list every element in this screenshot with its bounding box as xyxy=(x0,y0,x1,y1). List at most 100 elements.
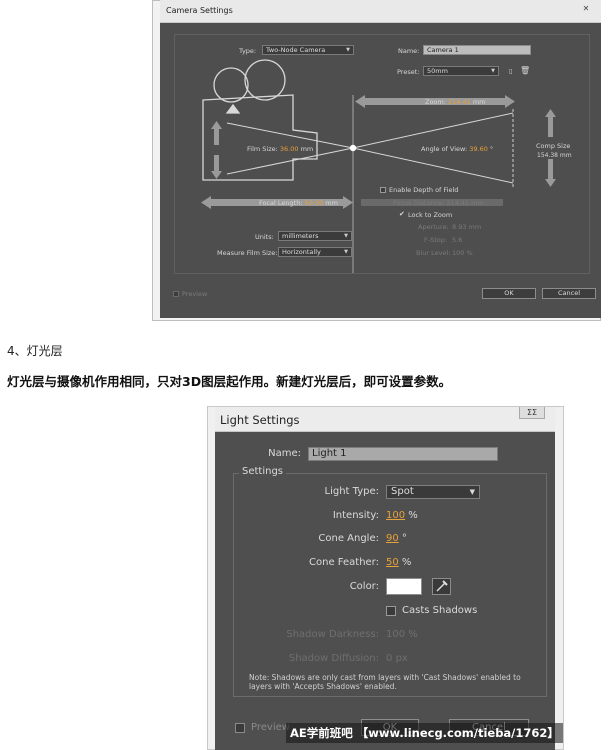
zoom-value[interactable]: 214.41 xyxy=(448,98,471,106)
watermark-banner: AE学前班吧 【www.linecg.com/tieba/1762】 xyxy=(286,723,563,743)
light-type-label: Light Type: xyxy=(324,486,379,497)
zoom-unit: mm xyxy=(472,98,486,106)
shadow-diffusion-label: Shadow Diffusion: xyxy=(288,653,379,664)
angle-unit: ° xyxy=(489,145,494,153)
focal-length-readout: Focal Length: 50.00 mm xyxy=(259,199,338,207)
film-size-unit: mm xyxy=(300,145,314,153)
measure-film-size-value: Horizontally xyxy=(282,248,321,256)
chevron-down-icon: ▼ xyxy=(344,249,348,255)
cone-angle-unit: ° xyxy=(401,533,407,544)
cone-feather-value[interactable]: 50 xyxy=(386,557,399,568)
dof-label: Enable Depth of Field xyxy=(389,186,459,194)
fstop-value: 5.6 xyxy=(452,236,463,244)
light-preview-checkbox[interactable] xyxy=(235,723,245,733)
preset-select[interactable]: 50mm ▼ xyxy=(423,66,499,76)
preset-label: Preset: xyxy=(397,68,420,76)
focus-distance-label: Focus Distance: xyxy=(393,199,445,207)
camera-dialog-title: Camera Settings xyxy=(166,6,233,15)
eyedropper-button[interactable] xyxy=(432,578,451,595)
film-size-label: Film Size: xyxy=(247,145,278,153)
intensity-field: 100 % xyxy=(386,510,418,521)
shadow-darkness-unit: % xyxy=(408,629,418,640)
shadow-darkness-field: 100 % xyxy=(386,629,418,640)
focal-length-label: Focal Length: xyxy=(259,199,303,207)
cone-feather-unit: % xyxy=(401,557,412,568)
shadow-note: Note: Shadows are only cast from layers … xyxy=(249,673,521,691)
zoom-label: Zoom: xyxy=(425,98,446,106)
light-dialog-title: Light Settings xyxy=(220,413,300,427)
light-preview-label: Preview xyxy=(251,722,290,733)
cone-feather-field: 50 % xyxy=(386,557,411,568)
save-preset-icon[interactable]: ▯ xyxy=(509,67,513,75)
camera-dialog-titlebar: Camera Settings ✕ xyxy=(160,0,601,23)
chevron-down-icon: ▼ xyxy=(346,47,350,53)
light-type-select[interactable]: Spot ▼ xyxy=(386,485,480,499)
shadow-darkness-value: 100 xyxy=(386,629,406,640)
chevron-down-icon: ▼ xyxy=(469,488,475,496)
name-label: Name: xyxy=(398,47,420,55)
section-body-text: 灯光层与摄像机作用相同，只对3D图层起作用。新建灯光层后，即可设置参数。 xyxy=(7,374,452,389)
checkmark-icon[interactable]: ✔ xyxy=(399,210,405,218)
intensity-unit: % xyxy=(408,510,418,521)
focus-distance-value: 214.41 xyxy=(446,199,470,207)
camera-settings-dialog: Camera Settings ✕ Type: Two-Node Camera … xyxy=(160,0,601,318)
eyedropper-icon xyxy=(436,580,448,592)
light-name-label: Name: xyxy=(268,448,301,459)
camera-name-input[interactable]: Camera 1 xyxy=(423,45,531,55)
camera-preview-label: Preview xyxy=(182,290,208,298)
casts-shadows-checkbox[interactable] xyxy=(386,606,396,616)
close-icon[interactable]: ✕ xyxy=(579,4,593,14)
color-label: Color: xyxy=(349,581,379,592)
focus-distance-readout: Focus Distance: 214.41 mm xyxy=(393,199,484,207)
shadow-diffusion-unit: px xyxy=(395,653,408,664)
measure-film-size-label: Measure Film Size: xyxy=(217,249,278,257)
chevron-down-icon: ▼ xyxy=(491,68,495,74)
light-type-value: Spot xyxy=(391,486,414,497)
cone-angle-value[interactable]: 90 xyxy=(386,533,399,544)
camera-ok-button[interactable]: OK xyxy=(482,288,536,299)
dof-checkbox[interactable] xyxy=(380,187,386,193)
trash-icon[interactable]: 🗑 xyxy=(520,66,530,75)
camera-cancel-button[interactable]: Cancel xyxy=(542,288,596,299)
chevron-down-icon: ▼ xyxy=(344,233,348,239)
cone-feather-label: Cone Feather: xyxy=(309,557,379,568)
aperture-value: 8.93 mm xyxy=(452,223,482,231)
color-swatch[interactable] xyxy=(386,578,422,595)
shadow-diffusion-value: 0 xyxy=(386,653,393,664)
shadow-darkness-label: Shadow Darkness: xyxy=(286,629,379,640)
fstop-label: F-Stop: xyxy=(424,236,448,244)
camera-type-value: Two-Node Camera xyxy=(266,46,326,54)
casts-shadows-label: Casts Shadows xyxy=(402,605,478,616)
lock-zoom-label: Lock to Zoom xyxy=(408,211,453,219)
comp-size-value: 154.38 mm xyxy=(537,152,572,159)
preset-value: 50mm xyxy=(427,67,448,75)
camera-preview-checkbox[interactable] xyxy=(173,291,179,297)
cone-angle-field: 90 ° xyxy=(386,533,407,544)
units-value: millimeters xyxy=(282,232,319,240)
camera-settings-panel: Type: Two-Node Camera ▼ Name: Camera 1 Pr… xyxy=(174,34,590,274)
blur-level-label: Blur Level: xyxy=(416,249,451,257)
angle-readout: Angle of View: 39.60 ° xyxy=(421,145,493,153)
camera-type-select[interactable]: Two-Node Camera ▼ xyxy=(262,45,354,55)
section-heading: 4、灯光层 xyxy=(7,344,63,358)
aperture-label: Aperture: xyxy=(418,223,449,231)
light-settings-dialog: Light Settings ΣΣ Name: Light 1 Settings… xyxy=(215,407,555,750)
focal-length-value[interactable]: 50.00 xyxy=(305,199,324,207)
focal-length-unit: mm xyxy=(325,199,338,207)
units-label: Units: xyxy=(255,233,274,241)
light-name-input[interactable]: Light 1 xyxy=(308,447,498,461)
shadow-diffusion-field: 0 px xyxy=(386,653,408,664)
close-icon[interactable]: ΣΣ xyxy=(519,407,545,419)
comp-size-label: Comp Size xyxy=(536,142,571,150)
cone-angle-label: Cone Angle: xyxy=(318,533,379,544)
units-select[interactable]: millimeters ▼ xyxy=(278,231,352,241)
film-size-readout: Film Size: 36.00 mm xyxy=(247,145,313,153)
zoom-readout: Zoom: 214.41 mm xyxy=(425,98,486,106)
settings-group-title: Settings xyxy=(239,466,287,477)
type-label: Type: xyxy=(239,47,257,55)
film-size-value[interactable]: 36.00 xyxy=(280,145,299,153)
measure-film-size-select[interactable]: Horizontally ▼ xyxy=(278,247,352,257)
intensity-value[interactable]: 100 xyxy=(386,510,405,521)
angle-value[interactable]: 39.60 xyxy=(469,145,488,153)
light-dialog-titlebar: Light Settings ΣΣ xyxy=(215,407,555,432)
